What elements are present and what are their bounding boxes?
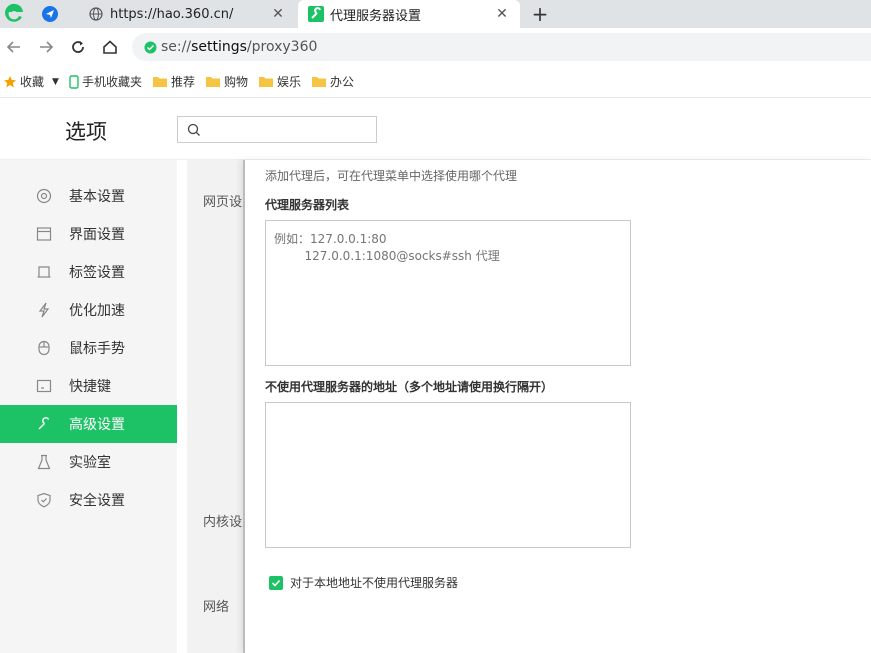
bookmark-label: 办公 [330, 75, 355, 89]
bookmark-mobile[interactable]: 手机收藏夹 [69, 73, 142, 90]
sidebar-item-basic[interactable]: 基本设置 [0, 177, 177, 215]
wrench-icon [308, 6, 324, 22]
settings-card-background [187, 160, 247, 653]
folder-icon [152, 77, 167, 87]
folder-icon [205, 77, 220, 87]
gear-icon [35, 187, 53, 205]
star-icon [4, 75, 16, 87]
window-icon [35, 225, 53, 243]
settings-search[interactable] [177, 116, 377, 143]
proxy-list-textarea[interactable] [265, 220, 631, 366]
sidebar-item-tabs[interactable]: 标签设置 [0, 253, 177, 291]
settings-header: 选项 [0, 99, 871, 160]
tab-title: 代理服务器设置 [330, 8, 422, 24]
bypass-list-label: 不使用代理服务器的地址（多个地址请使用换行隔开） [265, 380, 554, 394]
sidebar-item-mouse-gestures[interactable]: 鼠标手势 [0, 329, 177, 367]
tab-icon [35, 263, 53, 281]
page-title: 选项 [65, 120, 107, 144]
bookmark-folder-office[interactable]: 办公 [311, 73, 354, 90]
bookmark-favorites[interactable]: 收藏 ▼ [3, 73, 59, 90]
sidebar-item-label: 优化加速 [69, 303, 125, 319]
proxy-list-label: 代理服务器列表 [265, 198, 350, 212]
phone-icon [69, 74, 79, 89]
sidebar-item-advanced[interactable]: 高级设置 [0, 405, 177, 443]
section-label-web: 网页设置 [203, 195, 244, 210]
bookmark-folder-shopping[interactable]: 购物 [205, 73, 248, 90]
tab-strip: https://hao.360.cn/ ✕ 代理服务器设置 ✕ + [0, 0, 871, 28]
address-bar[interactable]: se://settings/proxy360 [132, 33, 871, 61]
search-icon [187, 123, 200, 136]
tab-title: https://hao.360.cn/ [110, 6, 234, 22]
tab-proxy-settings[interactable]: 代理服务器设置 ✕ [298, 0, 520, 28]
sidebar-item-speedup[interactable]: 优化加速 [0, 291, 177, 329]
shield-icon [35, 491, 53, 509]
back-icon[interactable] [3, 36, 25, 58]
sidebar-item-lab[interactable]: 实验室 [0, 443, 177, 481]
checkmark-icon [271, 579, 281, 587]
proxy-hint-text: 添加代理后，可在代理菜单中选择使用哪个代理 [265, 169, 518, 183]
sidebar-item-label: 实验室 [69, 455, 111, 471]
tab-hao360[interactable]: https://hao.360.cn/ ✕ [78, 0, 296, 28]
local-bypass-label: 对于本地地址不使用代理服务器 [290, 576, 459, 590]
bookmark-label: 手机收藏夹 [81, 75, 142, 89]
browser-logo-icon[interactable] [0, 0, 28, 28]
sidebar-item-shortcuts[interactable]: 快捷键 [0, 367, 177, 405]
close-tab-icon[interactable]: ✕ [492, 4, 512, 24]
sidebar-item-label: 界面设置 [69, 227, 125, 243]
mouse-icon [35, 339, 53, 357]
bookmark-label: 收藏 [20, 75, 45, 89]
search-input[interactable] [206, 120, 371, 139]
navigation-toolbar: se://settings/proxy360 [0, 28, 871, 66]
section-label-network: 网络 [203, 600, 230, 615]
sidebar-item-label: 标签设置 [69, 265, 125, 281]
local-bypass-checkbox[interactable] [269, 575, 283, 590]
forward-icon[interactable] [35, 36, 57, 58]
url-scheme: se:// [161, 39, 192, 55]
lightning-icon [35, 301, 53, 319]
reload-icon[interactable] [67, 36, 89, 58]
folder-icon [258, 77, 273, 87]
home-icon[interactable] [99, 36, 121, 58]
sidebar-item-interface[interactable]: 界面设置 [0, 215, 177, 253]
bypass-list-textarea[interactable] [265, 402, 631, 548]
bookmark-folder-recommend[interactable]: 推荐 [152, 73, 195, 90]
close-tab-icon[interactable]: ✕ [268, 4, 288, 24]
sidebar-item-label: 鼠标手势 [69, 341, 125, 357]
sidebar-item-label: 高级设置 [69, 417, 125, 433]
bookmark-label: 推荐 [170, 75, 195, 89]
bookmark-folder-entertainment[interactable]: 娱乐 [258, 73, 301, 90]
url-path: /proxy360 [246, 39, 318, 55]
bookmark-label: 娱乐 [276, 75, 301, 89]
folder-icon [312, 77, 326, 87]
bookmarks-bar: 收藏 ▼ 手机收藏夹 推荐 购物 娱乐 办公 [0, 66, 871, 98]
wrench-icon [35, 415, 53, 433]
globe-icon [88, 6, 104, 22]
keyboard-icon [35, 377, 53, 395]
url-host: settings [191, 39, 247, 55]
local-bypass-option[interactable]: 对于本地地址不使用代理服务器 [269, 574, 458, 591]
pinned-tab-icon[interactable] [40, 4, 60, 24]
sidebar-item-label: 快捷键 [69, 379, 111, 395]
settings-sidebar: 基本设置 界面设置 标签设置 优化加速 鼠标手势 快捷键 高级设置 实验室 安全… [0, 160, 177, 653]
flask-icon [35, 453, 53, 471]
sidebar-item-label: 安全设置 [69, 493, 125, 509]
proxy-settings-panel: 添加代理后，可在代理菜单中选择使用哪个代理 代理服务器列表 不使用代理服务器的地… [243, 160, 871, 653]
secure-icon [144, 41, 157, 53]
bookmark-label: 购物 [223, 75, 248, 89]
section-label-kernel: 内核设置 [203, 515, 244, 530]
sidebar-item-security[interactable]: 安全设置 [0, 481, 177, 519]
chevron-down-icon[interactable]: ▼ [52, 77, 59, 87]
sidebar-item-label: 基本设置 [69, 189, 125, 205]
new-tab-button[interactable]: + [528, 2, 552, 26]
